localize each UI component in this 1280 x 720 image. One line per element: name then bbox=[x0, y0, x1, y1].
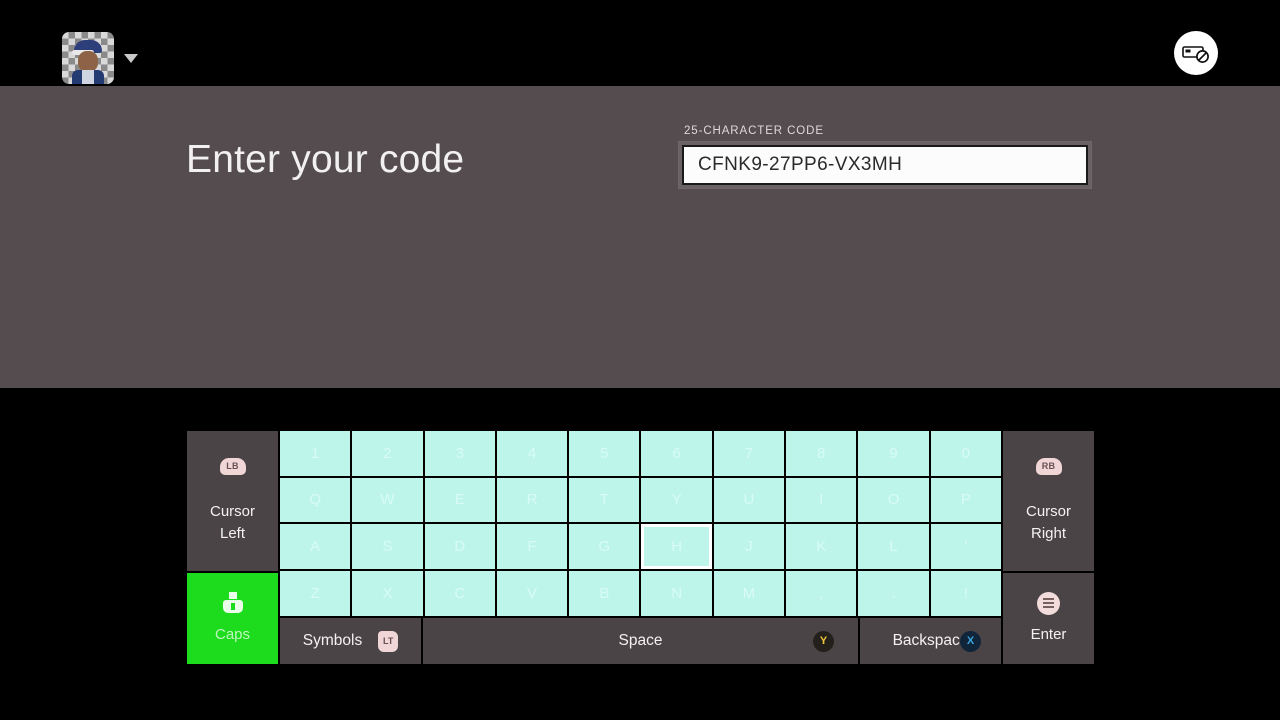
cursor-right-label-line1: Cursor bbox=[1025, 502, 1071, 520]
key-X[interactable]: X bbox=[351, 569, 424, 618]
key-Y[interactable]: Y bbox=[640, 476, 713, 524]
key-R[interactable]: R bbox=[495, 476, 569, 524]
key-O[interactable]: O bbox=[857, 476, 930, 524]
cursor-right-key[interactable]: RB Cursor Right bbox=[1002, 430, 1095, 572]
x-button-badge: X bbox=[960, 630, 981, 652]
key-I[interactable]: I bbox=[785, 476, 858, 524]
key-row-qwerty: QWERTYUIOP bbox=[279, 476, 1002, 524]
key-3[interactable]: 3 bbox=[423, 430, 496, 477]
key-W[interactable]: W bbox=[351, 476, 424, 524]
key-Q[interactable]: Q bbox=[279, 476, 352, 524]
keyboard-key-grid: 1234567890 QWERTYUIOP A S D F G H J K L ' ZXCVBNM… bbox=[279, 430, 1002, 666]
key-C[interactable]: C bbox=[423, 569, 496, 618]
key-,[interactable]: , bbox=[785, 569, 858, 618]
top-bar bbox=[0, 0, 1280, 86]
no-network-card-glyph bbox=[1182, 46, 1209, 63]
lt-button-badge: LT bbox=[378, 630, 399, 652]
enter-key[interactable]: Enter bbox=[1002, 572, 1095, 665]
key-2[interactable]: 2 bbox=[351, 430, 424, 477]
key-E[interactable]: E bbox=[423, 476, 496, 524]
key-6[interactable]: 6 bbox=[640, 430, 713, 477]
key-K[interactable]: K bbox=[785, 523, 858, 570]
lb-button-badge: LB bbox=[219, 457, 246, 475]
code-field-block: 25-CHARACTER CODE bbox=[679, 125, 1091, 188]
key-T[interactable]: T bbox=[568, 476, 641, 524]
key-G[interactable]: G bbox=[568, 523, 641, 570]
symbols-label: Symbols bbox=[302, 632, 363, 650]
profile-selector[interactable] bbox=[62, 32, 138, 84]
backspace-label: Backspace bbox=[892, 632, 969, 650]
enter-label: Enter bbox=[1030, 625, 1067, 643]
key-B[interactable]: B bbox=[568, 569, 641, 618]
main-panel: Enter your code 25-CHARACTER CODE bbox=[0, 86, 1280, 388]
key-9[interactable]: 9 bbox=[857, 430, 930, 477]
avatar[interactable] bbox=[62, 32, 114, 84]
key-S[interactable]: S bbox=[351, 523, 424, 570]
key-0[interactable]: 0 bbox=[929, 430, 1002, 477]
key-7[interactable]: 7 bbox=[712, 430, 786, 477]
cursor-left-key[interactable]: LB Cursor Left bbox=[186, 430, 279, 572]
caps-arrow-icon bbox=[222, 591, 244, 616]
key-4[interactable]: 4 bbox=[495, 430, 569, 477]
key-V[interactable]: V bbox=[495, 569, 569, 618]
key-U[interactable]: U bbox=[712, 476, 786, 524]
key-5[interactable]: 5 bbox=[568, 430, 641, 477]
code-field-label: 25-CHARACTER CODE bbox=[684, 125, 824, 137]
avatar-image bbox=[71, 40, 105, 84]
key-row-home: A S D F G H J K L ' bbox=[279, 523, 1002, 570]
y-button-badge: Y bbox=[813, 630, 834, 652]
key-![interactable]: ! bbox=[929, 569, 1002, 618]
keyboard-right-column: RB Cursor Right Enter bbox=[1002, 430, 1095, 665]
cursor-left-label-line1: Cursor bbox=[209, 502, 255, 520]
key-row-numbers: 1234567890 bbox=[279, 430, 1002, 477]
caps-label: Caps bbox=[214, 625, 251, 643]
key-A[interactable]: A bbox=[279, 523, 352, 570]
key-.[interactable]: . bbox=[857, 569, 930, 618]
caps-key[interactable]: Caps bbox=[186, 572, 279, 665]
space-key[interactable]: Space Y bbox=[422, 617, 859, 666]
rb-button-badge: RB bbox=[1035, 457, 1062, 475]
keyboard-left-column: LB Cursor Left Caps bbox=[186, 430, 279, 665]
no-network-card-icon[interactable] bbox=[1174, 31, 1218, 75]
key-F[interactable]: F bbox=[495, 523, 569, 570]
onscreen-keyboard: LB Cursor Left Caps 1234567890 QWERTYUIO… bbox=[186, 430, 1095, 666]
symbols-key[interactable]: Symbols LT bbox=[279, 617, 422, 666]
key-M[interactable]: M bbox=[712, 569, 786, 618]
key-'[interactable]: ' bbox=[929, 523, 1002, 570]
code-field-frame bbox=[679, 142, 1091, 188]
key-J[interactable]: J bbox=[712, 523, 786, 570]
key-D[interactable]: D bbox=[423, 523, 496, 570]
key-row-bottom: Z X C V B N M,.! bbox=[279, 569, 1002, 618]
backspace-key[interactable]: Backspace X bbox=[859, 617, 1002, 666]
key-H[interactable]: H bbox=[640, 523, 713, 570]
key-N[interactable]: N bbox=[640, 569, 713, 618]
key-Z[interactable]: Z bbox=[279, 569, 352, 618]
menu-icon bbox=[1037, 591, 1060, 615]
code-input[interactable] bbox=[682, 145, 1088, 185]
cursor-right-label-line2: Right bbox=[1030, 524, 1067, 542]
key-P[interactable]: P bbox=[929, 476, 1002, 524]
space-label: Space bbox=[618, 632, 663, 650]
chevron-down-icon[interactable] bbox=[124, 53, 138, 63]
xbox-code-entry-screen: Enter your code 25-CHARACTER CODE LB Cur… bbox=[0, 0, 1280, 720]
key-L[interactable]: L bbox=[857, 523, 930, 570]
key-8[interactable]: 8 bbox=[785, 430, 858, 477]
page-title: Enter your code bbox=[186, 138, 465, 181]
cursor-left-label-line2: Left bbox=[219, 524, 246, 542]
keyboard-action-row: Symbols LT Space Y Backspace X bbox=[279, 617, 1002, 666]
key-1[interactable]: 1 bbox=[279, 430, 352, 477]
